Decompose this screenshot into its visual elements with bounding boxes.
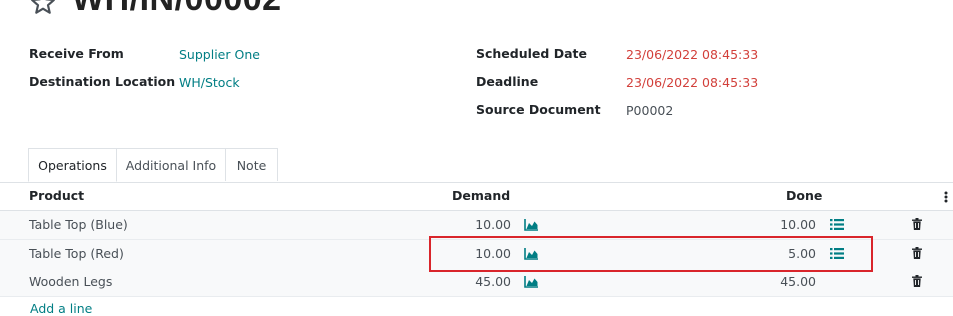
column-done[interactable]: Done xyxy=(786,182,822,210)
product-cell[interactable]: Wooden Legs xyxy=(29,268,112,296)
done-cell[interactable]: 10.00 xyxy=(736,211,816,239)
source-document-value[interactable]: P00002 xyxy=(626,103,673,118)
product-cell[interactable]: Table Top (Blue) xyxy=(29,211,128,239)
area-chart-icon[interactable] xyxy=(524,218,539,231)
area-chart-icon[interactable] xyxy=(524,275,539,288)
tab-additional-info[interactable]: Additional Info xyxy=(116,148,226,181)
list-icon[interactable] xyxy=(830,218,844,231)
tab-note[interactable]: Note xyxy=(225,148,278,181)
destination-location-label: Destination Location xyxy=(29,74,176,89)
trash-icon[interactable] xyxy=(912,275,922,287)
receive-from-value[interactable]: Supplier One xyxy=(179,47,260,62)
scheduled-date-label: Scheduled Date xyxy=(476,46,587,61)
trash-icon[interactable] xyxy=(912,218,922,230)
receive-from-label: Receive From xyxy=(29,46,124,61)
star-icon[interactable] xyxy=(30,0,56,16)
done-cell[interactable]: 45.00 xyxy=(736,268,816,296)
product-cell[interactable]: Table Top (Red) xyxy=(29,240,124,268)
table-header: Product Demand Done xyxy=(0,182,953,211)
notebook-tabs: Operations Additional Info Note xyxy=(0,148,953,183)
scheduled-date-value[interactable]: 23/06/2022 08:45:33 xyxy=(626,47,758,62)
highlight-box xyxy=(429,236,873,272)
column-demand[interactable]: Demand xyxy=(452,182,510,210)
add-line-link[interactable]: Add a line xyxy=(30,301,92,316)
deadline-label: Deadline xyxy=(476,74,539,89)
demand-cell[interactable]: 45.00 xyxy=(431,268,511,296)
trash-icon[interactable] xyxy=(912,247,922,259)
column-product[interactable]: Product xyxy=(29,182,84,210)
tab-operations[interactable]: Operations xyxy=(28,148,117,182)
kebab-icon[interactable] xyxy=(944,191,948,203)
source-document-label: Source Document xyxy=(476,102,601,117)
deadline-value[interactable]: 23/06/2022 08:45:33 xyxy=(626,75,758,90)
demand-cell[interactable]: 10.00 xyxy=(431,211,511,239)
table-row[interactable]: Wooden Legs 45.00 45.00 xyxy=(0,268,953,297)
record-title: WH/IN/00002 xyxy=(72,0,282,19)
destination-location-value[interactable]: WH/Stock xyxy=(179,75,240,90)
